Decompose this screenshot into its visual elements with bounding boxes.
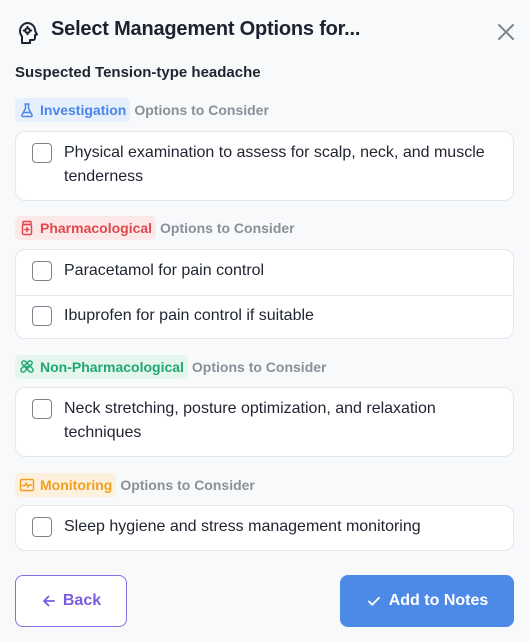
option-text: Neck stretching, posture optimization, a… xyxy=(64,400,436,441)
option-item[interactable]: Ibuprofen for pain control if suitable xyxy=(16,295,513,338)
option-checkbox[interactable] xyxy=(32,261,52,281)
dialog-header: Select Management Options for... xyxy=(0,0,530,62)
dialog-title: Select Management Options for... xyxy=(51,18,361,40)
flask-icon xyxy=(21,103,33,118)
option-checkbox[interactable] xyxy=(32,143,52,163)
option-checkbox[interactable] xyxy=(32,517,52,537)
pharmacological-label: Pharmacological xyxy=(40,220,153,236)
investigation-card: Physical examination to assess for scalp… xyxy=(15,131,514,201)
section-investigation-header: Investigation Options to Consider xyxy=(15,98,269,122)
pharmacological-suffix: Options to Consider xyxy=(160,220,295,236)
check-icon xyxy=(367,596,380,606)
non-pharmacological-chip: Non-Pharmacological xyxy=(15,355,188,379)
add-to-notes-label: Add to Notes xyxy=(388,592,489,609)
option-item[interactable]: Sleep hygiene and stress management moni… xyxy=(16,506,513,550)
non-pharmacological-label: Non-Pharmacological xyxy=(40,359,184,375)
monitoring-label: Monitoring xyxy=(40,477,113,493)
bandage-icon xyxy=(20,360,34,373)
option-text: Sleep hygiene and stress management moni… xyxy=(64,518,421,535)
non-pharmacological-card: Neck stretching, posture optimization, a… xyxy=(15,387,514,457)
section-monitoring-header: Monitoring Options to Consider xyxy=(15,473,255,497)
pharmacological-card: Paracetamol for pain control Ibuprofen f… xyxy=(15,249,514,339)
add-to-notes-button[interactable]: Add to Notes xyxy=(340,575,514,627)
investigation-suffix: Options to Consider xyxy=(134,102,269,118)
brain-head-icon xyxy=(19,22,38,44)
monitoring-suffix: Options to Consider xyxy=(120,477,255,493)
option-text: Paracetamol for pain control xyxy=(64,262,265,279)
close-icon[interactable] xyxy=(494,20,518,44)
option-item[interactable]: Paracetamol for pain control xyxy=(16,250,513,295)
section-non-pharmacological-header: Non-Pharmacological Options to Consider xyxy=(15,355,326,379)
option-checkbox[interactable] xyxy=(32,306,52,326)
activity-monitor-icon xyxy=(19,478,35,492)
option-checkbox[interactable] xyxy=(32,399,52,419)
pill-bottle-icon xyxy=(21,220,33,236)
non-pharmacological-suffix: Options to Consider xyxy=(191,359,327,375)
monitoring-chip: Monitoring xyxy=(15,473,117,497)
option-text: Ibuprofen for pain control if suitable xyxy=(64,307,314,324)
arrow-left-icon xyxy=(42,595,55,607)
back-button-label: Back xyxy=(62,592,102,609)
section-pharmacological-header: Pharmacological Options to Consider xyxy=(15,216,295,240)
option-text: Physical examination to assess for scalp… xyxy=(64,144,485,185)
investigation-chip: Investigation xyxy=(15,98,131,122)
diagnosis-subtitle: Suspected Tension-type headache xyxy=(15,64,261,81)
pharmacological-chip: Pharmacological xyxy=(15,216,157,240)
option-item[interactable]: Neck stretching, posture optimization, a… xyxy=(16,388,513,456)
investigation-label: Investigation xyxy=(40,102,127,118)
back-button[interactable]: Back xyxy=(15,575,127,627)
option-item[interactable]: Physical examination to assess for scalp… xyxy=(16,132,513,200)
monitoring-card: Sleep hygiene and stress management moni… xyxy=(15,505,514,551)
